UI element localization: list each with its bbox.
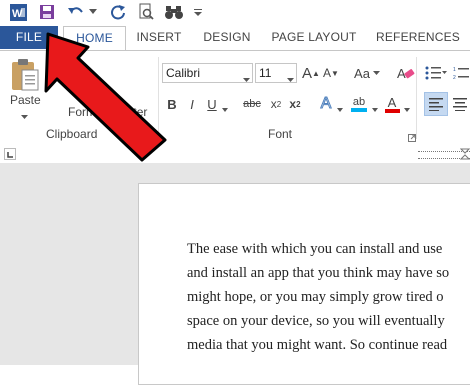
subscript-button[interactable]: x2 [268, 94, 284, 114]
paste-dropdown-icon[interactable] [21, 109, 28, 123]
text-effects-dropdown-icon[interactable] [337, 101, 343, 115]
format-painter-label[interactable]: Format Painter [68, 105, 147, 119]
document-text-line[interactable]: media that you might want. So continue r… [187, 337, 447, 354]
tab-references[interactable]: REFERENCES [373, 26, 463, 49]
paste-icon[interactable] [6, 57, 44, 95]
font-size-value: 11 [259, 66, 272, 80]
underline-dropdown-icon[interactable] [222, 101, 228, 115]
ribbon-home: Paste Format Painter Clipboard Calibri 1… [0, 50, 470, 147]
ribbon-tab-row: FILE HOME INSERT DESIGN PAGE LAYOUT REFE… [0, 26, 470, 51]
superscript-digit: 2 [296, 99, 301, 109]
grow-font-label: A [302, 64, 313, 82]
undo-icon[interactable] [66, 2, 86, 22]
font-dialog-launcher-icon[interactable] [408, 131, 416, 145]
ruler-band [0, 145, 470, 163]
document-text-line[interactable]: space on your device, so you will eventu… [187, 313, 445, 330]
paste-label[interactable]: Paste [10, 93, 41, 107]
quick-access-toolbar: W [0, 0, 470, 26]
clear-formatting-icon[interactable]: A [396, 63, 416, 83]
clipboard-group-label: Clipboard [46, 127, 98, 141]
font-name-value: Calibri [166, 66, 201, 80]
underline-button[interactable]: U [206, 94, 218, 114]
tab-insert[interactable]: INSERT [128, 26, 190, 49]
redo-icon[interactable] [108, 2, 128, 22]
superscript-label: x [289, 97, 297, 111]
group-divider [416, 57, 417, 139]
font-color-button[interactable]: A [384, 94, 400, 114]
document-text-line[interactable]: The ease with which you can install and … [187, 241, 442, 258]
bullets-icon[interactable] [424, 63, 448, 83]
binoculars-icon[interactable] [163, 2, 185, 22]
numbering-icon[interactable]: 12 [452, 63, 470, 83]
indent-marker-icon[interactable] [459, 148, 470, 163]
document-text-line[interactable]: and install an app that you think may ha… [187, 265, 449, 282]
align-center-icon[interactable] [450, 92, 470, 116]
document-page[interactable]: The ease with which you can install and … [138, 183, 470, 385]
word-app-icon[interactable]: W [8, 2, 28, 22]
highlight-label: ab [352, 96, 366, 108]
highlight-dropdown-icon[interactable] [372, 101, 378, 115]
document-text-line[interactable]: might hope, or you may simply grow tired… [187, 289, 444, 306]
font-color-swatch [384, 108, 400, 113]
tab-design[interactable]: DESIGN [194, 26, 260, 49]
font-name-combo[interactable]: Calibri [162, 63, 253, 83]
strikethrough-button[interactable]: abc [242, 94, 262, 114]
superscript-button[interactable]: x2 [287, 94, 303, 114]
grow-font-button[interactable]: A ▲ [302, 63, 320, 83]
group-divider [158, 57, 159, 139]
tab-home[interactable]: HOME [63, 26, 126, 51]
change-case-button[interactable]: Aa [352, 63, 382, 83]
highlight-color-button[interactable]: ab [349, 94, 369, 114]
tab-file[interactable]: FILE [0, 26, 58, 49]
font-size-combo[interactable]: 11 [255, 63, 297, 83]
bold-button[interactable]: B [165, 94, 179, 114]
svg-text:1: 1 [453, 67, 456, 73]
document-canvas: The ease with which you can install and … [0, 163, 470, 385]
shrink-font-button[interactable]: A ▼ [322, 63, 340, 83]
font-color-dropdown-icon[interactable] [404, 101, 410, 115]
undo-dropdown-icon[interactable] [88, 2, 98, 22]
font-color-label: A [387, 94, 397, 110]
svg-text:2: 2 [453, 75, 456, 80]
save-icon[interactable] [37, 2, 57, 22]
highlight-swatch [351, 108, 367, 112]
align-left-icon[interactable] [424, 92, 448, 116]
chevron-down-icon[interactable] [243, 70, 250, 88]
shrink-font-label: A [323, 66, 332, 80]
italic-button[interactable]: I [186, 94, 198, 114]
text-effects-button[interactable]: A [318, 94, 334, 114]
font-group-label: Font [268, 127, 293, 141]
customize-toolbar-chevron-down-icon[interactable] [192, 2, 204, 22]
chevron-down-icon[interactable] [287, 70, 294, 88]
tab-page-layout[interactable]: PAGE LAYOUT [266, 26, 362, 49]
change-case-label: Aa [354, 65, 370, 81]
subscript-digit: 2 [276, 99, 282, 109]
tab-selector-icon[interactable] [4, 148, 16, 160]
print-preview-icon[interactable] [136, 2, 156, 22]
